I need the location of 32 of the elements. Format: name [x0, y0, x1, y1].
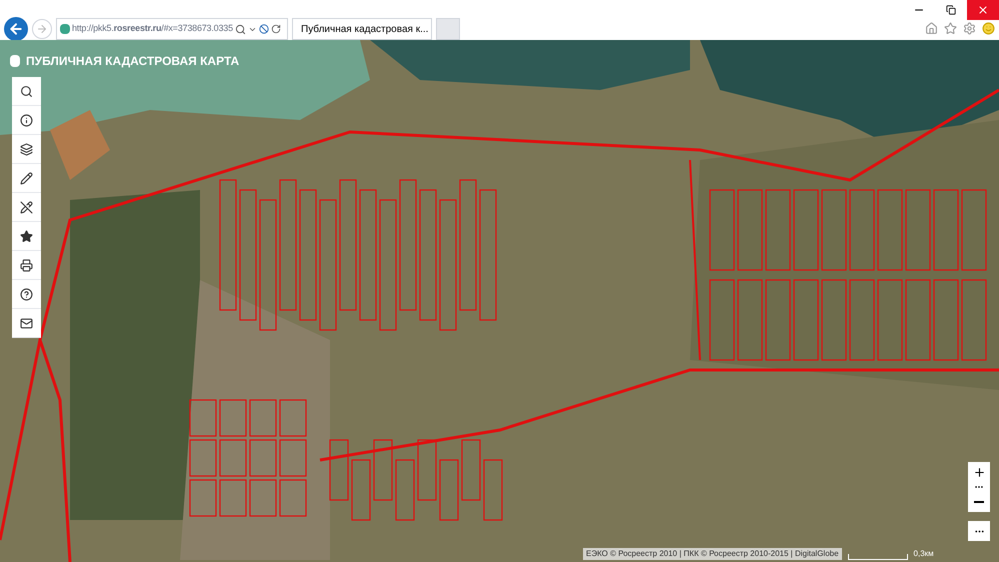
- star-icon: [20, 230, 33, 242]
- arrow-right-icon: [36, 23, 48, 35]
- envelope-icon: [20, 316, 33, 330]
- tab-title: Публичная кадастровая к...: [301, 22, 428, 36]
- restore-icon: [946, 5, 956, 15]
- pencil-icon: [20, 172, 33, 184]
- refresh-icon[interactable]: [270, 24, 281, 34]
- site-icon: [60, 24, 70, 34]
- scale-bar: [848, 554, 908, 560]
- scale-label: 0,3км: [914, 548, 934, 560]
- info-icon: [20, 114, 33, 126]
- address-bar[interactable]: http://pkk5.rosreestr.ru/#x=3738673.0335: [56, 18, 288, 40]
- minus-icon: [974, 501, 984, 503]
- layers-icon: [20, 142, 33, 156]
- settings-icon[interactable]: [963, 22, 976, 35]
- printer-icon: [20, 258, 33, 272]
- plus-icon: [972, 466, 986, 478]
- star-icon[interactable]: [944, 22, 957, 35]
- app-title: ПУБЛИЧНАЯ КАДАСТРОВАЯ КАРТА: [26, 53, 240, 70]
- attribution-text: ЕЭКО © Росреестр 2010 | ПКК © Росреестр 2010-2015 | DigitalGlobe: [583, 548, 842, 560]
- logo-icon: [10, 55, 20, 67]
- close-button[interactable]: [967, 0, 999, 20]
- url-text: http://pkk5.rosreestr.ru/#x=3738673.0335: [72, 22, 233, 36]
- help-icon: [20, 288, 33, 300]
- home-icon[interactable]: [925, 22, 938, 35]
- search-icon[interactable]: [234, 24, 246, 34]
- stop-icon[interactable]: [258, 24, 269, 34]
- browser-tab[interactable]: Публичная кадастровая к...: [292, 18, 432, 40]
- search-icon: [20, 84, 33, 98]
- back-button[interactable]: [4, 17, 28, 41]
- pencil-crossed-icon: [20, 200, 33, 214]
- close-icon: [977, 4, 989, 16]
